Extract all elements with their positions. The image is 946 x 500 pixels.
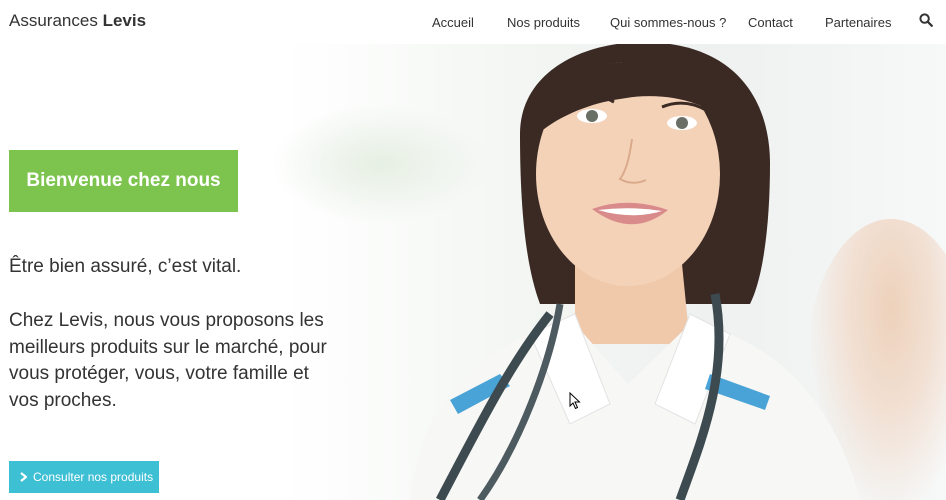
doctor-photo bbox=[410, 44, 860, 500]
consult-products-label: Consulter nos produits bbox=[33, 470, 154, 484]
nav-item-nos-produits[interactable]: Nos produits bbox=[507, 15, 580, 30]
brand-name: Levis bbox=[102, 11, 147, 30]
chevron-right-icon bbox=[20, 472, 28, 482]
hero-description: Chez Levis, nous vous proposons les meil… bbox=[9, 310, 327, 411]
hero-tagline: Être bien assuré, c’est vital. bbox=[9, 256, 242, 277]
nav-item-accueil[interactable]: Accueil bbox=[432, 15, 474, 30]
welcome-banner: Bienvenue chez nous bbox=[9, 150, 238, 212]
nav-item-contact[interactable]: Contact bbox=[748, 15, 793, 30]
mouse-cursor-icon bbox=[569, 392, 581, 410]
brand-prefix: Assurances bbox=[9, 11, 98, 30]
search-icon[interactable] bbox=[919, 13, 935, 31]
brand-logo[interactable]: Assurances Levis bbox=[9, 11, 146, 31]
navbar: Assurances Levis Accueil Nos produits Qu… bbox=[0, 0, 946, 44]
nav-item-partenaires[interactable]: Partenaires bbox=[825, 15, 891, 30]
consult-products-button[interactable]: Consulter nos produits bbox=[9, 461, 159, 493]
nav-item-qui-sommes-nous[interactable]: Qui sommes-nous ? bbox=[610, 15, 726, 30]
